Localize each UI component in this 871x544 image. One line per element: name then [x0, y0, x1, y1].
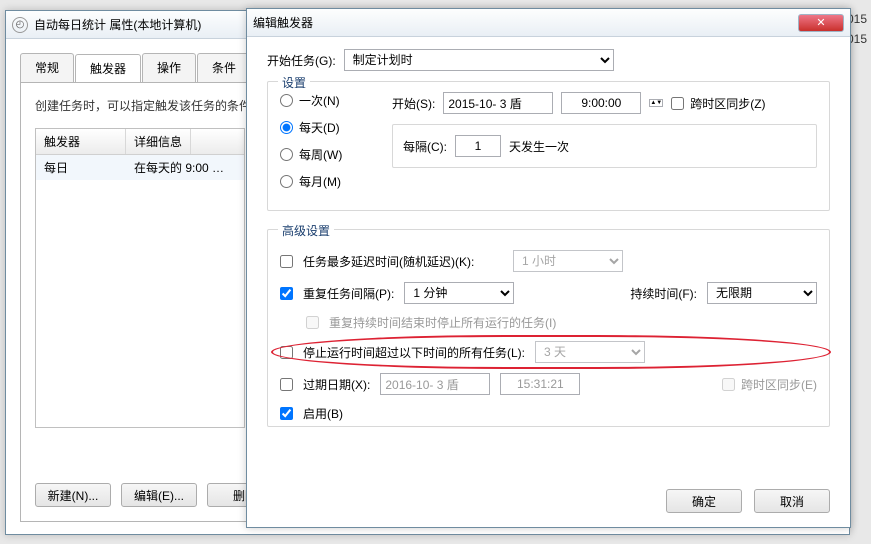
clock-icon: ◴	[12, 17, 28, 33]
header-trigger[interactable]: 触发器	[36, 129, 126, 154]
row-trigger: 每日	[36, 155, 126, 180]
tab-conditions[interactable]: 条件	[197, 53, 251, 82]
expire-date-input	[380, 373, 490, 395]
every-suffix: 天发生一次	[509, 138, 569, 155]
duration-label: 持续时间(F):	[630, 285, 697, 302]
begin-task-select[interactable]: 制定计划时	[344, 49, 614, 71]
begin-task-label: 开始任务(G):	[267, 52, 336, 69]
delay-label: 任务最多延迟时间(随机延迟)(K):	[303, 253, 503, 270]
expire-time-input	[500, 373, 580, 395]
settings-group-title: 设置	[278, 74, 310, 91]
radio-weekly[interactable]: 每周(W)	[280, 146, 380, 163]
expire-checkbox[interactable]	[280, 378, 293, 391]
edit-trigger-titlebar[interactable]: 编辑触发器 ✕	[247, 9, 850, 37]
delay-checkbox[interactable]	[280, 255, 293, 268]
tab-triggers[interactable]: 触发器	[75, 54, 141, 83]
start-date-input[interactable]	[443, 92, 553, 114]
sync-timezone-checkbox[interactable]: 跨时区同步(Z)	[671, 95, 765, 112]
tab-general[interactable]: 常规	[20, 53, 74, 82]
ok-button[interactable]: 确定	[666, 489, 742, 513]
radio-monthly[interactable]: 每月(M)	[280, 173, 380, 190]
stop-running-checkbox	[306, 316, 319, 329]
close-button-front[interactable]: ✕	[798, 14, 844, 32]
table-row[interactable]: 每日 在每天的 9:00 …	[36, 155, 244, 180]
enable-label: 启用(B)	[303, 405, 343, 422]
edit-trigger-title: 编辑触发器	[253, 14, 798, 31]
stop-running-label: 重复持续时间结束时停止所有运行的任务(I)	[329, 314, 556, 331]
cancel-button[interactable]: 取消	[754, 489, 830, 513]
delay-select: 1 小时	[513, 250, 623, 272]
start-label: 开始(S):	[392, 95, 435, 112]
stop-after-label: 停止运行时间超过以下时间的所有任务(L):	[303, 344, 525, 361]
radio-once[interactable]: 一次(N)	[280, 92, 380, 109]
repeat-select[interactable]: 1 分钟	[404, 282, 514, 304]
stop-after-select: 3 天	[535, 341, 645, 363]
list-header: 触发器 详细信息	[36, 129, 244, 155]
start-time-input[interactable]	[561, 92, 641, 114]
repeat-checkbox[interactable]	[280, 287, 293, 300]
duration-select[interactable]: 无限期	[707, 282, 817, 304]
advanced-group-title: 高级设置	[278, 222, 334, 239]
stop-after-checkbox[interactable]	[280, 346, 293, 359]
edit-button[interactable]: 编辑(E)...	[121, 483, 197, 507]
tab-actions[interactable]: 操作	[142, 53, 196, 82]
radio-daily[interactable]: 每天(D)	[280, 119, 380, 136]
enable-checkbox[interactable]	[280, 407, 293, 420]
expire-label: 过期日期(X):	[303, 376, 370, 393]
repeat-label: 重复任务间隔(P):	[303, 285, 394, 302]
every-input[interactable]	[455, 135, 501, 157]
every-label: 每隔(C):	[403, 138, 447, 155]
edit-trigger-dialog: 编辑触发器 ✕ 开始任务(G): 制定计划时 设置 一次(N) 每天(D) 每周…	[246, 8, 851, 528]
spinner-icon[interactable]: ▲▼	[649, 99, 663, 107]
header-details[interactable]: 详细信息	[126, 129, 191, 154]
row-details: 在每天的 9:00 …	[126, 155, 232, 180]
expire-sync-checkbox: 跨时区同步(E)	[722, 376, 817, 393]
new-button[interactable]: 新建(N)...	[35, 483, 111, 507]
trigger-list[interactable]: 触发器 详细信息 每日 在每天的 9:00 …	[35, 128, 245, 428]
